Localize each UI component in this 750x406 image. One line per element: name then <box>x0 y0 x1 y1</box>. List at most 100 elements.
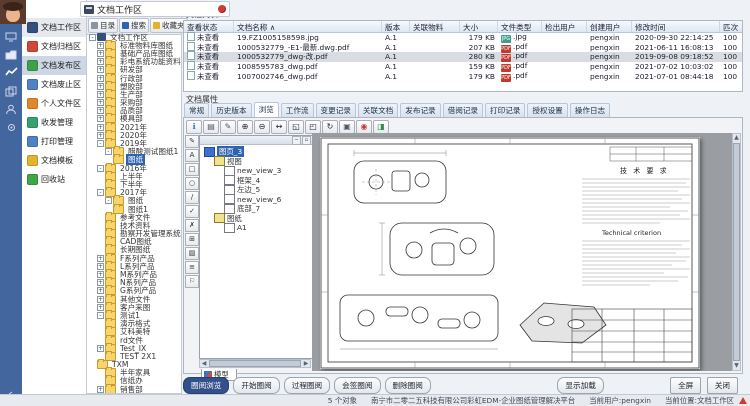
expand-icon[interactable]: + <box>97 83 104 90</box>
expand-icon[interactable]: + <box>97 66 104 73</box>
review-button-开始圈阅[interactable]: 开始圈阅 <box>233 377 279 394</box>
menu-item-文档发布区[interactable]: 文档发布区 <box>22 56 86 75</box>
screen-icon[interactable]: ◨ <box>373 120 389 134</box>
close-button[interactable]: 关闭 <box>707 377 738 394</box>
menu-item-文档归档区[interactable]: 文档归档区 <box>22 37 86 56</box>
tab-关联文档[interactable]: 关联文档 <box>358 103 398 117</box>
column-header-3[interactable]: 关联物料 <box>410 21 460 32</box>
annotate-text-icon[interactable]: A <box>185 149 199 162</box>
tab-常规[interactable]: 常规 <box>184 103 209 117</box>
pin-icon[interactable] <box>218 5 226 13</box>
menu-item-回收站[interactable]: 回收站 <box>22 170 86 189</box>
expand-icon[interactable]: + <box>97 255 104 262</box>
gear-icon[interactable] <box>3 120 19 134</box>
menu-item-打印管理[interactable]: 打印管理 <box>22 132 86 151</box>
zoom-in-icon[interactable]: ⊕ <box>237 120 253 134</box>
table-row[interactable]: 未查看1008595783_dwg.pdfA.1159 KBPDF.pdfpen… <box>184 62 742 72</box>
expand-icon[interactable]: + <box>97 386 104 393</box>
annotate-list-icon[interactable]: ≡ <box>185 261 199 274</box>
expand-icon[interactable]: + <box>97 345 104 352</box>
viewer-horizontal-scrollbar[interactable]: ◀ ▶ <box>199 359 311 368</box>
tab-浏览[interactable]: 浏览 <box>254 102 279 117</box>
table-row[interactable]: 未查看1007002746_dwg.pdfA.1179 KBPDF.pdfpen… <box>184 71 742 81</box>
scrollbar-thumb[interactable] <box>209 360 301 367</box>
expand-icon[interactable]: + <box>97 279 104 286</box>
expand-icon[interactable]: + <box>97 115 104 122</box>
review-button-过程圈阅[interactable]: 过程圈阅 <box>284 377 330 394</box>
expand-icon[interactable]: + <box>97 132 104 139</box>
annotate-hatch-icon[interactable]: ▨ <box>185 247 199 260</box>
tab-操作日志[interactable]: 操作日志 <box>570 103 610 117</box>
collapse-icon[interactable]: - <box>97 312 104 319</box>
column-header-4[interactable]: 大小 <box>460 21 498 32</box>
menu-item-文档工作区[interactable]: 文档工作区 <box>22 18 86 37</box>
expand-icon[interactable]: + <box>97 42 104 49</box>
expand-icon[interactable]: + <box>97 99 104 106</box>
collapse-icon[interactable]: - <box>97 140 104 147</box>
annotate-cross-icon[interactable]: ✗ <box>185 219 199 232</box>
alert-icon[interactable] <box>739 397 747 404</box>
collapse-icon[interactable]: - <box>105 148 112 155</box>
annotate-flag-icon[interactable]: ⚐ <box>185 275 199 288</box>
info-icon[interactable]: ℹ <box>186 120 202 134</box>
viewer-tree-node[interactable]: 图纸 <box>202 214 312 224</box>
tree-tab-收藏夹[interactable]: 收藏夹 <box>150 18 188 33</box>
monitor-icon[interactable] <box>3 30 19 44</box>
viewer-vertical-scrollbar[interactable]: ▲ ▼ <box>732 133 741 371</box>
expand-icon[interactable]: + <box>97 91 104 98</box>
menu-item-收发管理[interactable]: 收发管理 <box>22 113 86 132</box>
expand-icon[interactable]: + <box>97 58 104 65</box>
review-button-会签圈阅[interactable]: 会签圈阅 <box>334 377 380 394</box>
column-header-2[interactable]: 版本 <box>382 21 410 32</box>
viewer-tree-node[interactable]: 视图 <box>202 157 312 167</box>
expand-icon[interactable]: + <box>97 263 104 270</box>
column-header-0[interactable]: 查看状态 <box>184 21 234 32</box>
zoom-out-icon[interactable]: ⊖ <box>254 120 270 134</box>
annotate-circle-icon[interactable]: ○ <box>185 177 199 190</box>
expand-icon[interactable]: + <box>97 107 104 114</box>
column-header-7[interactable]: 创建用户 <box>587 21 632 32</box>
tree-tab-目录[interactable]: 目录 <box>88 18 118 33</box>
layers-icon[interactable]: ▣ <box>339 120 355 134</box>
viewer-tree-node[interactable]: 图页_3 <box>202 147 312 157</box>
review-button-删除圈阅[interactable]: 删除圈阅 <box>385 377 431 394</box>
column-header-6[interactable]: 检出用户 <box>542 21 587 32</box>
viewer-tree-node[interactable]: 底部_7 <box>202 204 312 214</box>
tree-node[interactable]: +销售部 <box>87 385 181 393</box>
tab-授权设置[interactable]: 授权设置 <box>527 103 567 117</box>
folder-icon[interactable] <box>3 48 19 62</box>
tab-工作流[interactable]: 工作流 <box>281 103 314 117</box>
expand-icon[interactable]: + <box>97 75 104 82</box>
scrollbar-thumb[interactable] <box>733 143 740 361</box>
scroll-up-icon[interactable]: ▲ <box>734 134 739 142</box>
fit-page-icon[interactable]: ◰ <box>305 120 321 134</box>
collapse-icon[interactable]: - <box>105 197 112 204</box>
annotate-pen-icon[interactable]: ✎ <box>185 135 199 148</box>
tab-历史版本[interactable]: 历史版本 <box>211 103 251 117</box>
table-row[interactable]: 未查看1000532779_dwg-改.pdfA.1280 KBPDF.pdfp… <box>184 52 742 62</box>
trend-chart-icon[interactable] <box>3 65 19 79</box>
viewer-tree-node[interactable]: A1 <box>202 223 312 233</box>
stamp-icon[interactable]: ◉ <box>356 120 372 134</box>
load-display-button[interactable]: 显示加载 <box>557 377 603 394</box>
user-icon[interactable] <box>3 102 19 116</box>
column-header-1[interactable]: 文档名称 ∧ <box>234 21 382 32</box>
column-header-5[interactable]: 文件类型 <box>498 21 542 32</box>
tab-打印记录[interactable]: 打印记录 <box>485 103 525 117</box>
expand-icon[interactable]: + <box>97 50 104 57</box>
collapse-icon[interactable]: - <box>97 189 104 196</box>
expand-icon[interactable]: + <box>97 271 104 278</box>
expand-icon[interactable]: + <box>97 287 104 294</box>
expand-icon[interactable]: + <box>97 124 104 131</box>
fullscreen-button[interactable]: 全屏 <box>670 377 701 394</box>
minimize-icon[interactable]: − <box>292 136 301 145</box>
print-icon[interactable]: ▤ <box>203 120 219 134</box>
rotate-icon[interactable]: ↻ <box>322 120 338 134</box>
review-button-圈阅浏览[interactable]: 圈阅浏览 <box>183 377 229 394</box>
column-header-9[interactable]: 匹次 <box>720 21 743 32</box>
restore-icon[interactable]: ▫ <box>302 136 311 145</box>
expand-icon[interactable]: + <box>97 304 104 311</box>
annotate-rect-icon[interactable]: □ <box>185 163 199 176</box>
expand-icon[interactable]: + <box>97 296 104 303</box>
tab-发布记录[interactable]: 发布记录 <box>400 103 440 117</box>
